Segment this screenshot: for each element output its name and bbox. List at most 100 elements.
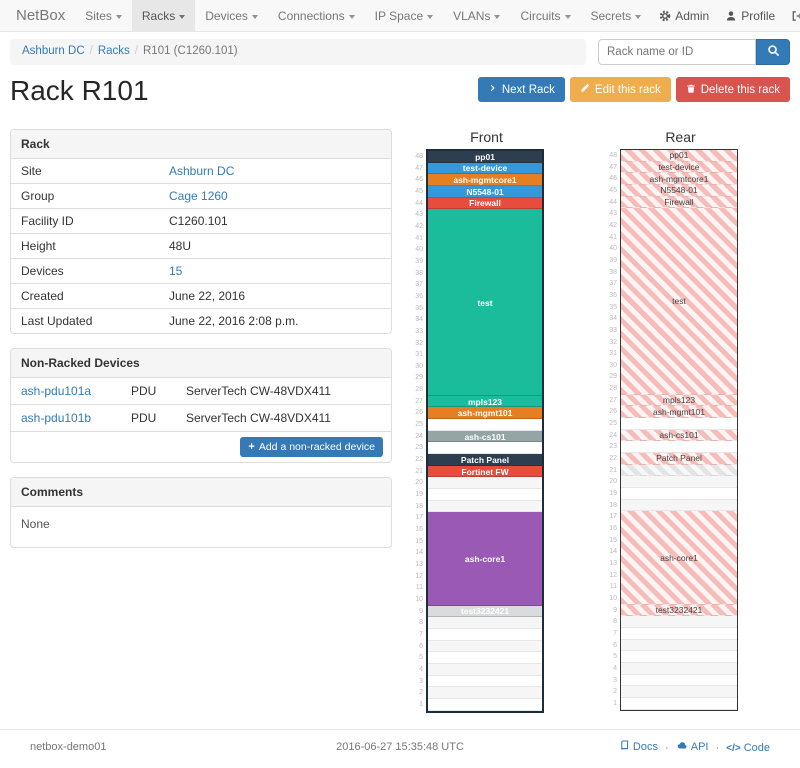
book-icon	[619, 740, 630, 754]
unit-number: 1	[412, 699, 423, 711]
app-brand[interactable]: NetBox	[6, 0, 75, 31]
device-link[interactable]: ash-pdu101b	[21, 411, 91, 425]
rack-unit-test3232421[interactable]: test3232421	[621, 605, 737, 617]
rack-info-value-link[interactable]: 15	[169, 264, 182, 278]
rack-unit-test[interactable]: test	[621, 208, 737, 395]
device-link[interactable]: ash-pdu101a	[21, 384, 91, 398]
rear-elevation: Rear 48474645444342414039383736353433323…	[606, 129, 738, 713]
unit-number: 11	[606, 581, 617, 593]
unit-number: 26	[412, 407, 423, 419]
device-name-cell: ash-pdu101b	[11, 405, 131, 431]
nav-item-label: VLANs	[453, 9, 490, 23]
rack-info-value-link[interactable]: Ashburn DC	[169, 164, 234, 178]
chevron-down-icon	[252, 15, 258, 19]
rack-info-row: Height48U	[11, 233, 391, 258]
rack-unit-test[interactable]: test	[428, 209, 542, 396]
unit-number: 30	[606, 360, 617, 372]
rack-info-value-link[interactable]: Cage 1260	[169, 189, 228, 203]
admin-link[interactable]: Admin	[651, 0, 717, 32]
rack-unit-empty	[621, 476, 737, 488]
footer-link-separator: ·	[662, 742, 672, 754]
unit-number: 32	[606, 337, 617, 349]
rack-unit-ash-core1[interactable]: ash-core1	[428, 512, 542, 605]
rack-unit-ash-mgmt101[interactable]: ash-mgmt101	[428, 407, 542, 419]
rack-unit-empty	[428, 664, 542, 676]
search-input[interactable]	[598, 39, 756, 65]
footer-link-api[interactable]: API	[676, 740, 709, 754]
rack-unit-empty	[428, 489, 542, 501]
unit-number: 4	[412, 664, 423, 676]
rack-unit-test-device[interactable]: test-device	[428, 163, 542, 175]
chevron-down-icon	[179, 15, 185, 19]
unit-number: 12	[412, 571, 423, 583]
rack-unit-ash-cs101[interactable]: ash-cs101	[428, 431, 542, 443]
footer-link-code[interactable]: </>Code	[726, 742, 770, 754]
rack-info-row: Devices15	[11, 258, 391, 283]
rack-unit-test3232421[interactable]: test3232421	[428, 606, 542, 618]
rack-info-value: Cage 1260	[159, 184, 238, 208]
chevron-down-icon	[635, 15, 641, 19]
rack-info-value: 48U	[159, 234, 201, 258]
nav-item-secrets[interactable]: Secrets	[581, 0, 652, 31]
unit-number: 31	[412, 349, 423, 361]
unit-number: 36	[412, 291, 423, 303]
rack-unit-n5548-01[interactable]: N5548-01	[428, 186, 542, 198]
unit-number: 47	[412, 163, 423, 175]
unit-number: 35	[606, 302, 617, 314]
search-button[interactable]	[756, 39, 790, 65]
nav-item-devices[interactable]: Devices	[195, 0, 268, 31]
rack-unit-patch-panel[interactable]: Patch Panel	[621, 453, 737, 465]
nav-item-circuits[interactable]: Circuits	[510, 0, 580, 31]
footer-link-label: API	[691, 741, 709, 753]
nav-item-racks[interactable]: Racks	[132, 0, 195, 31]
gear-icon	[659, 10, 671, 22]
nav-item-ip-space[interactable]: IP Space	[365, 0, 443, 31]
rack-unit-firewall[interactable]: Firewall	[621, 197, 737, 209]
add-non-racked-device-button[interactable]: + Add a non-racked device	[240, 437, 383, 457]
front-elevation-title: Front	[429, 129, 544, 145]
nav-item-vlans[interactable]: VLANs	[443, 0, 510, 31]
rack-unit-n5548-01[interactable]: N5548-01	[621, 185, 737, 197]
rack-panel: Rack SiteAshburn DCGroupCage 1260Facilit…	[10, 129, 392, 334]
cloud-icon	[676, 740, 688, 754]
profile-link[interactable]: Profile	[717, 0, 783, 32]
rack-unit-empty	[428, 442, 542, 454]
device-type-cell: ServerTech CW-48VDX411	[186, 378, 331, 404]
rack-unit-mpls123[interactable]: mpls123	[428, 396, 542, 408]
unit-number: 39	[412, 256, 423, 268]
nav-item-connections[interactable]: Connections	[268, 0, 365, 31]
rack-unit-fortinet-fw[interactable]: Fortinet FW	[428, 466, 542, 478]
unit-number: 24	[606, 430, 617, 442]
rack-unit-empty	[428, 477, 542, 489]
unit-number: 47	[606, 162, 617, 174]
nav-item-sites[interactable]: Sites	[75, 0, 132, 31]
breadcrumb-racks-link[interactable]: Racks	[98, 45, 130, 57]
delete-rack-button[interactable]: Delete this rack	[676, 77, 790, 102]
rack-unit-test-device[interactable]: test-device	[621, 162, 737, 174]
next-rack-button[interactable]: Next Rack	[478, 77, 565, 102]
rack-unit-empty	[428, 676, 542, 688]
rack-unit-mpls123[interactable]: mpls123	[621, 395, 737, 407]
rack-unit-ash-mgmt101[interactable]: ash-mgmt101	[621, 406, 737, 418]
unit-number: 9	[606, 605, 617, 617]
nav-item-label: Circuits	[520, 9, 560, 23]
footer-link-docs[interactable]: Docs	[619, 740, 658, 754]
rack-unit-ash-mgmtcore1[interactable]: ash-mgmtcore1	[621, 173, 737, 185]
unit-number: 46	[412, 174, 423, 186]
unit-number: 20	[606, 476, 617, 488]
unit-number: 46	[606, 173, 617, 185]
rack-info-label: Last Updated	[11, 309, 159, 333]
unit-number: 19	[412, 489, 423, 501]
edit-rack-button[interactable]: Edit this rack	[570, 77, 671, 102]
rack-unit-ash-mgmtcore1[interactable]: ash-mgmtcore1	[428, 174, 542, 186]
rack-unit-pp01[interactable]: pp01	[428, 151, 542, 163]
rack-unit-ash-cs101[interactable]: ash-cs101	[621, 430, 737, 442]
rack-unit-ash-core1[interactable]: ash-core1	[621, 511, 737, 604]
rack-info-label: Height	[11, 234, 159, 258]
rack-unit-pp01[interactable]: pp01	[621, 150, 737, 162]
rack-unit-patch-panel[interactable]: Patch Panel	[428, 454, 542, 466]
breadcrumb-separator: /	[135, 45, 138, 57]
breadcrumb-site-link[interactable]: Ashburn DC	[22, 45, 85, 57]
device-role-cell: PDU	[131, 405, 186, 431]
rack-unit-firewall[interactable]: Firewall	[428, 198, 542, 210]
